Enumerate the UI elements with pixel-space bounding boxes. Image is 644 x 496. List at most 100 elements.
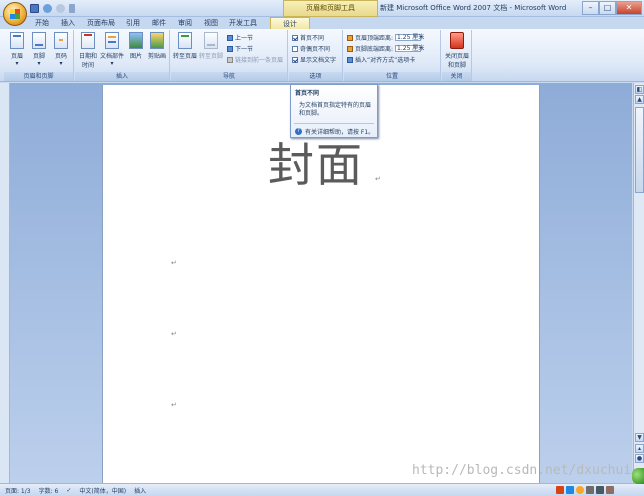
scroll-down-icon[interactable]: ▼ (635, 433, 644, 442)
browse-object-icon[interactable]: ● (635, 454, 644, 463)
close-header-footer-button[interactable]: 关闭页眉 和页脚 (444, 32, 470, 69)
group-close: 关闭页眉 和页脚 关闭 (442, 30, 472, 81)
status-mode[interactable]: 插入 (134, 486, 146, 495)
show-text-checkbox[interactable]: 显示文档文字 (292, 55, 336, 64)
status-bar: 页面: 1/3 字数: 6 ✓ 中文(简体，中国) 插入 (0, 483, 644, 496)
page-number-button[interactable]: 页码 ▾ (52, 32, 70, 67)
customize-qat-icon[interactable] (69, 4, 75, 13)
group-label: 位置 (344, 72, 440, 81)
odd-even-checkbox[interactable]: 奇偶页不同 (292, 44, 330, 53)
group-label: 选项 (289, 72, 342, 81)
footer-icon (32, 32, 46, 49)
footer-button[interactable]: 页脚 ▾ (30, 32, 48, 67)
ribbon: 页眉 ▾ 页脚 ▾ 页码 ▾ 页眉和页脚 日期和 时间 文档部件 ▾ 图片 剪贴画 插入 (0, 29, 644, 82)
spellcheck-icon[interactable]: ✓ (66, 487, 71, 494)
page-number-icon (54, 32, 68, 49)
header-distance-input[interactable]: 1.25 厘米 (395, 34, 424, 41)
ruler-toggle-icon[interactable]: ◧ (635, 85, 644, 94)
link-to-previous-button[interactable]: 链接到前一条页眉 (227, 55, 283, 64)
tab-developer[interactable]: 开发工具 (226, 17, 260, 29)
goto-header-button[interactable]: 转至页眉 (173, 32, 197, 60)
quick-access-toolbar (30, 3, 75, 14)
group-label: 页眉和页脚 (4, 72, 73, 81)
close-button[interactable]: ✕ (616, 1, 642, 15)
checkbox-icon[interactable] (292, 45, 298, 52)
tooltip-title: 首页不同 (295, 90, 320, 97)
prev-section-button[interactable]: 上一节 (227, 33, 253, 42)
help-icon: ? (295, 128, 302, 135)
doc-parts-icon (105, 32, 119, 49)
paragraph-mark: ↵ (171, 401, 177, 409)
tab-insert[interactable]: 插入 (56, 17, 80, 29)
picture-icon (129, 32, 143, 49)
contextual-tab-header: 页眉和页脚工具 (283, 0, 378, 17)
status-language[interactable]: 中文(简体，中国) (79, 486, 126, 495)
tooltip: 首页不同 为文档首页指定特有的页眉和页脚。 ? 有关详细帮助，请按 F1。 (290, 84, 378, 138)
first-page-checkbox[interactable]: 首页不同 (292, 33, 324, 42)
scroll-up-icon[interactable]: ▲ (635, 95, 644, 104)
minimize-button[interactable]: – (582, 1, 599, 15)
footer-distance-input[interactable]: 1.25 厘米 (395, 45, 424, 52)
header-button[interactable]: 页眉 ▾ (8, 32, 26, 67)
prev-page-icon[interactable]: ▴ (635, 444, 644, 453)
tab-review[interactable]: 审阅 (174, 17, 196, 29)
arrow-up-icon (227, 34, 233, 41)
vertical-scrollbar[interactable]: ◧ ▲ ▼ ▴ ● (633, 83, 644, 483)
tab-mailings[interactable]: 邮件 (148, 17, 170, 29)
document-page[interactable]: 封面 ↵ ↵ ↵ ↵ (102, 85, 540, 485)
paragraph-mark: ↵ (171, 259, 177, 267)
calendar-icon (81, 32, 95, 49)
redo-icon[interactable] (56, 4, 65, 13)
group-insert: 日期和 时间 文档部件 ▾ 图片 剪贴画 插入 (75, 30, 170, 81)
tab-home[interactable]: 开始 (30, 17, 54, 29)
ime-keyboard-icon[interactable] (596, 485, 604, 494)
header-icon (10, 32, 24, 49)
window-title: 新建 Microsoft Office Word 2007 文档 - Micro… (380, 4, 567, 12)
tab-design[interactable]: 设计 (270, 17, 310, 29)
paragraph-mark: ↵ (375, 175, 381, 183)
undo-icon[interactable] (43, 4, 52, 13)
office-logo-icon (10, 9, 20, 19)
link-icon (227, 56, 233, 63)
save-icon[interactable] (30, 4, 39, 13)
tab-page-layout[interactable]: 页面布局 (84, 17, 118, 29)
checkbox-checked-icon[interactable] (292, 34, 298, 41)
clipart-button[interactable]: 剪贴画 (147, 32, 167, 60)
goto-footer-icon (204, 32, 218, 49)
footer-distance-icon (347, 45, 353, 52)
group-options: 首页不同 奇偶页不同 显示文档文字 选项 (289, 30, 343, 81)
tooltip-help: ? 有关详细帮助，请按 F1。 (295, 127, 374, 136)
status-words[interactable]: 字数: 6 (39, 486, 59, 495)
scroll-thumb[interactable] (635, 107, 644, 193)
cover-title[interactable]: 封面 (268, 129, 364, 195)
ime-s-icon[interactable] (556, 485, 564, 494)
group-label: 关闭 (442, 72, 471, 81)
tab-references[interactable]: 引用 (122, 17, 144, 29)
datetime-button[interactable]: 日期和 时间 (77, 32, 99, 69)
doc-parts-button[interactable]: 文档部件 ▾ (99, 32, 125, 67)
insert-align-tab-button[interactable]: 插入“对齐方式”选项卡 (347, 55, 415, 64)
ime-dot-icon[interactable] (586, 485, 594, 494)
header-distance-row: 页眉顶端距离: 1.25 厘米 (347, 33, 424, 42)
tooltip-divider (294, 123, 374, 124)
picture-button[interactable]: 图片 (127, 32, 145, 60)
zoom-icon[interactable] (632, 468, 644, 484)
status-page[interactable]: 页面: 1/3 (5, 486, 31, 495)
align-tab-icon (347, 56, 353, 63)
ime-settings-icon[interactable] (606, 485, 614, 494)
document-area: 封面 ↵ ↵ ↵ ↵ (10, 83, 632, 485)
tab-view[interactable]: 视图 (200, 17, 222, 29)
group-navigation: 转至页眉 转至页脚 上一节 下一节 链接到前一条页眉 导航 (171, 30, 288, 81)
checkbox-checked-icon[interactable] (292, 56, 298, 63)
ime-moon-icon[interactable] (576, 485, 584, 494)
maximize-button[interactable]: □ (599, 1, 616, 15)
group-label: 插入 (75, 72, 169, 81)
office-button[interactable] (3, 2, 27, 26)
footer-distance-row: 页脚底端距离: 1.25 厘米 (347, 44, 424, 53)
next-section-button[interactable]: 下一节 (227, 44, 253, 53)
goto-footer-button[interactable]: 转至页脚 (199, 32, 223, 60)
ime-chinese-icon[interactable] (566, 485, 574, 494)
group-header-footer: 页眉 ▾ 页脚 ▾ 页码 ▾ 页眉和页脚 (4, 30, 74, 81)
close-x-icon (450, 32, 464, 49)
title-bar: 页眉和页脚工具 新建 Microsoft Office Word 2007 文档… (0, 0, 644, 17)
